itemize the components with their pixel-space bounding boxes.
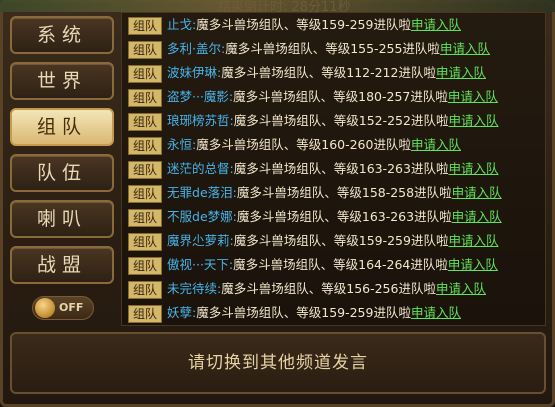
sender-name[interactable]: 琅琊榜苏哲: xyxy=(167,113,234,128)
join-team-link[interactable]: 申请入队 xyxy=(448,161,498,176)
tab-guild[interactable]: 战盟 xyxy=(10,246,114,284)
list-item: 组队 不服de梦娜:魔多斗兽场组队、等级163-263进队啦申请入队 xyxy=(128,208,502,227)
join-team-link[interactable]: 申请入队 xyxy=(448,257,498,272)
channel-tag: 组队 xyxy=(128,160,163,179)
list-item: 组队 傲视···天下:魔多斗兽场组队、等级164-264进队啦申请入队 xyxy=(128,256,498,275)
sender-name[interactable]: 不服de梦娜: xyxy=(167,209,237,224)
join-team-link[interactable]: 申请入队 xyxy=(452,185,502,200)
join-team-link[interactable]: 申请入队 xyxy=(411,137,461,152)
sender-name[interactable]: 无罪de落泪: xyxy=(167,185,237,200)
message-text: 魔多斗兽场组队、等级152-252进队啦 xyxy=(233,113,449,128)
list-item: 组队 无罪de落泪:魔多斗兽场组队、等级158-258进队啦申请入队 xyxy=(128,184,502,203)
list-item: 组队 妖孽:魔多斗兽场组队、等级159-259进队啦申请入队 xyxy=(128,304,461,323)
sender-name[interactable]: 魔界尐萝莉: xyxy=(167,233,234,248)
join-team-link[interactable]: 申请入队 xyxy=(448,233,498,248)
join-team-link[interactable]: 申请入队 xyxy=(440,41,490,56)
channel-tag: 组队 xyxy=(128,136,163,155)
channel-tag: 组队 xyxy=(128,232,163,251)
sender-name[interactable]: 止戈: xyxy=(167,17,196,32)
tab-party[interactable]: 队伍 xyxy=(10,154,114,192)
channel-tag: 组队 xyxy=(128,208,163,227)
toggle-label: OFF xyxy=(59,301,84,314)
message-text: 魔多斗兽场组队、等级112-212进队啦 xyxy=(221,65,436,80)
list-item: 组队 迷茫的总督:魔多斗兽场组队、等级163-263进队啦申请入队 xyxy=(128,160,498,179)
message-text: 魔多斗兽场组队、等级155-255进队啦 xyxy=(225,41,440,56)
list-item: 组队 琅琊榜苏哲:魔多斗兽场组队、等级152-252进队啦申请入队 xyxy=(128,112,498,131)
channel-tag: 组队 xyxy=(128,256,163,275)
chat-message-list[interactable]: 组队 止戈:魔多斗兽场组队、等级159-259进队啦申请入队 组队 多利·盖尔:魔多… xyxy=(121,12,546,326)
list-item: 组队 波妹伊琳:魔多斗兽场组队、等级112-212进队啦申请入队 xyxy=(128,64,486,83)
list-item: 组队 魔界尐萝莉:魔多斗兽场组队、等级159-259进队啦申请入队 xyxy=(128,232,498,251)
message-text: 魔多斗兽场组队、等级164-264进队啦 xyxy=(233,257,448,272)
channel-tag: 组队 xyxy=(128,40,163,59)
join-team-link[interactable]: 申请入队 xyxy=(411,17,461,32)
message-text: 魔多斗兽场组队、等级159-259进队啦 xyxy=(196,305,411,320)
join-team-link[interactable]: 申请入队 xyxy=(448,113,498,128)
join-team-link[interactable]: 申请入队 xyxy=(411,305,461,320)
join-team-link[interactable]: 申请入队 xyxy=(436,281,486,296)
channel-tag: 组队 xyxy=(128,16,163,35)
join-team-link[interactable]: 申请入队 xyxy=(452,209,502,224)
message-text: 魔多斗兽场组队、等级163-263进队啦 xyxy=(233,161,449,176)
channel-tag: 组队 xyxy=(128,88,163,107)
auto-toggle[interactable]: OFF xyxy=(32,296,94,320)
message-text: 魔多斗兽场组队、等级159-259进队啦 xyxy=(196,17,411,32)
sender-name[interactable]: 迷茫的总督: xyxy=(167,161,234,176)
list-item: 组队 止戈:魔多斗兽场组队、等级159-259进队啦申请入队 xyxy=(128,16,461,35)
message-text: 魔多斗兽场组队、等级180-257进队啦 xyxy=(233,89,448,104)
sender-name[interactable]: 盗梦···魔影: xyxy=(167,89,233,104)
join-team-link[interactable]: 申请入队 xyxy=(448,89,498,104)
channel-tag: 组队 xyxy=(128,280,163,299)
list-item: 组队 未完待续:魔多斗兽场组队、等级156-256进队啦申请入队 xyxy=(128,280,486,299)
list-item: 组队 永恒:魔多斗兽场组队、等级160-260进队啦申请入队 xyxy=(128,136,461,155)
message-text: 魔多斗兽场组队、等级160-260进队啦 xyxy=(196,137,411,152)
tab-system[interactable]: 系统 xyxy=(10,16,114,54)
channel-tag: 组队 xyxy=(128,64,163,83)
message-text: 魔多斗兽场组队、等级163-263进队啦 xyxy=(236,209,452,224)
sender-name[interactable]: 永恒: xyxy=(167,137,196,152)
toggle-knob xyxy=(35,298,55,318)
sender-name[interactable]: 多利·盖尔: xyxy=(167,41,225,56)
channel-tag: 组队 xyxy=(128,112,163,131)
channel-notice-bar: 请切换到其他频道发言 xyxy=(10,332,546,394)
message-text: 魔多斗兽场组队、等级156-256进队啦 xyxy=(221,281,436,296)
message-text: 魔多斗兽场组队、等级158-258进队啦 xyxy=(236,185,452,200)
sender-name[interactable]: 未完待续: xyxy=(167,281,221,296)
message-text: 魔多斗兽场组队、等级159-259进队啦 xyxy=(233,233,449,248)
tab-world[interactable]: 世界 xyxy=(10,62,114,100)
sender-name[interactable]: 妖孽: xyxy=(167,305,196,320)
list-item: 组队 多利·盖尔:魔多斗兽场组队、等级155-255进队啦申请入队 xyxy=(128,40,490,59)
sender-name[interactable]: 波妹伊琳: xyxy=(167,65,221,80)
tab-horn[interactable]: 喇叭 xyxy=(10,200,114,238)
tab-team[interactable]: 组队 xyxy=(10,108,114,146)
channel-tag: 组队 xyxy=(128,304,163,323)
join-team-link[interactable]: 申请入队 xyxy=(436,65,486,80)
list-item: 组队 盗梦···魔影:魔多斗兽场组队、等级180-257进队啦申请入队 xyxy=(128,88,498,107)
channel-tag: 组队 xyxy=(128,184,163,203)
sender-name[interactable]: 傲视···天下: xyxy=(167,257,233,272)
